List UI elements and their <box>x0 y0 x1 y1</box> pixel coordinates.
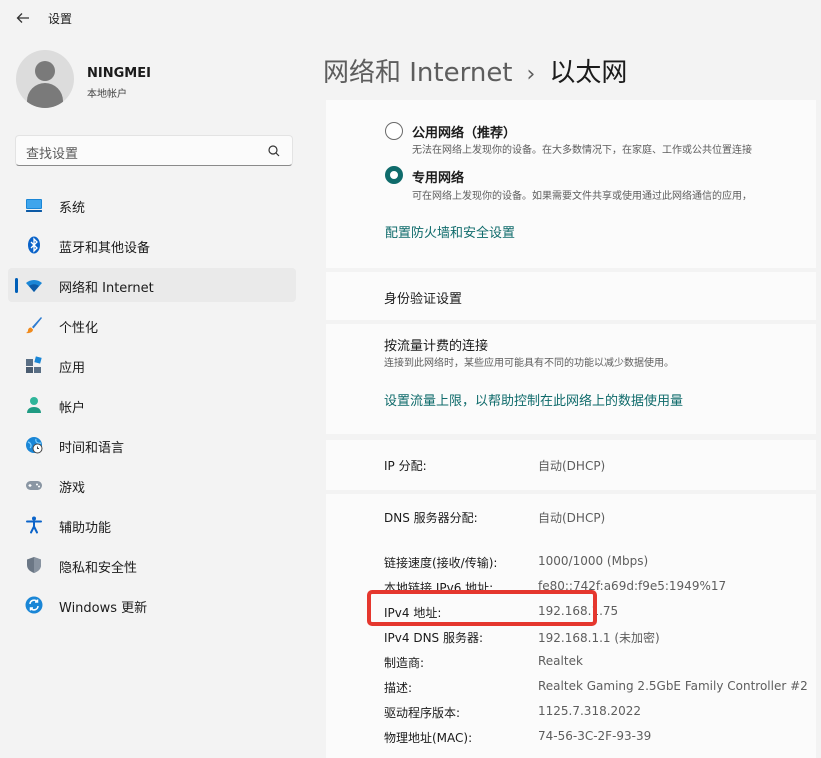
sidebar-item-accessibility[interactable]: 辅助功能 <box>8 508 296 542</box>
driver-version-label: 驱动程序版本: <box>384 706 461 720</box>
shield-icon <box>27 557 41 573</box>
sidebar-item-label: 系统 <box>59 201 86 216</box>
bluetooth-icon <box>28 236 40 254</box>
ip-assignment-card: IP 分配: 自动(DHCP) <box>326 440 816 490</box>
network-profile-card: 公用网络（推荐） 无法在网络上发现你的设备。在大多数情况下，在家庭、工作或公共位… <box>326 100 816 268</box>
properties-card: 链接速度(接收/传输): 1000/1000 (Mbps) 本地链接 IPv6 … <box>326 544 816 758</box>
sidebar-item-system[interactable]: 系统 <box>8 188 296 222</box>
system-icon <box>26 199 42 212</box>
globe-clock-icon <box>26 437 43 454</box>
dns-assignment-label: DNS 服务器分配: <box>384 511 478 525</box>
link-speed-value: 1000/1000 (Mbps) <box>538 554 649 568</box>
private-network-desc: 可在网络上发现你的设备。如果需要文件共享或使用通过此网络通信的应用， <box>412 191 752 202</box>
auth-settings-card[interactable]: 身份验证设置 <box>326 272 816 320</box>
mac-address-label: 物理地址(MAC): <box>384 731 473 745</box>
sidebar-nav: 系统 蓝牙和其他设备 网络和 Internet 个性化 应用 帐户 时间和语言 … <box>8 188 296 628</box>
driver-version-value: 1125.7.318.2022 <box>538 704 642 718</box>
sidebar-item-gaming[interactable]: 游戏 <box>8 468 296 502</box>
account-icon <box>27 397 41 413</box>
sidebar-item-personalization[interactable]: 个性化 <box>8 308 296 342</box>
brush-icon <box>26 317 42 334</box>
accessibility-icon <box>26 516 42 534</box>
sidebar-item-label: 辅助功能 <box>59 521 112 536</box>
sidebar-item-label: 隐私和安全性 <box>59 561 138 576</box>
sidebar-item-time-language[interactable]: 时间和语言 <box>8 428 296 462</box>
page-title: 以太网 <box>549 58 628 88</box>
wifi-icon <box>26 279 42 292</box>
public-network-desc: 无法在网络上发现你的设备。在大多数情况下，在家庭、工作或公共位置连接 <box>412 145 752 156</box>
back-button[interactable] <box>12 8 34 28</box>
manufacturer-label: 制造商: <box>384 656 425 670</box>
apps-icon <box>26 356 42 373</box>
dns-assignment-value: 自动(DHCP) <box>538 511 606 525</box>
ipv4-dns-label: IPv4 DNS 服务器: <box>384 631 484 645</box>
chevron-right-icon: › <box>526 62 536 87</box>
private-network-title: 专用网络 <box>412 171 465 186</box>
sidebar-item-label: 帐户 <box>59 401 86 416</box>
search-placeholder: 查找设置 <box>26 147 79 162</box>
ip-assignment-label: IP 分配: <box>384 459 427 473</box>
sidebar-item-label: Windows 更新 <box>59 601 148 616</box>
sidebar-item-network[interactable]: 网络和 Internet <box>8 268 296 302</box>
mac-address-value: 74-56-3C-2F-93-39 <box>538 729 652 743</box>
ipv4-dns-value: 192.168.1.1 (未加密) <box>538 631 660 645</box>
app-title: 设置 <box>48 12 73 26</box>
user-name: NINGMEI <box>87 66 151 81</box>
sidebar-item-label: 蓝牙和其他设备 <box>59 241 151 256</box>
avatar-body-shape <box>27 83 63 108</box>
windows-update-icon <box>25 596 43 614</box>
sidebar-item-apps[interactable]: 应用 <box>8 348 296 382</box>
public-network-title: 公用网络（推荐） <box>412 126 517 141</box>
data-limit-link[interactable]: 设置流量上限，以帮助控制在此网络上的数据使用量 <box>384 390 683 409</box>
metered-connection-desc: 连接到此网络时，某些应用可能具有不同的功能以减少数据使用。 <box>384 358 674 369</box>
sidebar-item-label: 时间和语言 <box>59 441 125 456</box>
account-type: 本地帐户 <box>87 89 127 100</box>
sidebar-item-bluetooth[interactable]: 蓝牙和其他设备 <box>8 228 296 262</box>
back-arrow-icon <box>16 13 29 23</box>
firewall-settings-link[interactable]: 配置防火墙和安全设置 <box>385 222 515 241</box>
breadcrumb-parent[interactable]: 网络和 Internet <box>323 58 513 88</box>
manufacturer-value: Realtek <box>538 654 583 668</box>
avatar-head-shape <box>35 61 55 81</box>
sidebar-item-privacy[interactable]: 隐私和安全性 <box>8 548 296 582</box>
link-speed-label: 链接速度(接收/传输): <box>384 556 498 570</box>
private-network-radio[interactable] <box>385 166 403 184</box>
sidebar-item-label: 游戏 <box>59 481 86 496</box>
ipv4-highlight-box <box>367 590 597 626</box>
dns-assignment-card: DNS 服务器分配: 自动(DHCP) <box>326 494 816 544</box>
ip-assignment-value: 自动(DHCP) <box>538 459 606 473</box>
sidebar-item-windows-update[interactable]: Windows 更新 <box>8 588 296 622</box>
description-value: Realtek Gaming 2.5GbE Family Controller … <box>538 679 808 693</box>
auth-settings-label: 身份验证设置 <box>384 292 463 307</box>
gamepad-icon <box>26 481 42 490</box>
search-icon[interactable] <box>266 143 282 159</box>
breadcrumb: 网络和 Internet › 以太网 <box>323 52 627 89</box>
avatar[interactable] <box>16 50 74 108</box>
sidebar-item-accounts[interactable]: 帐户 <box>8 388 296 422</box>
metered-connection-label: 按流量计费的连接 <box>384 339 489 354</box>
metered-connection-card: 按流量计费的连接 连接到此网络时，某些应用可能具有不同的功能以减少数据使用。 设… <box>326 324 816 434</box>
title-bar: 设置 <box>0 0 821 36</box>
public-network-radio[interactable] <box>385 122 403 140</box>
search-input[interactable]: 查找设置 <box>15 135 293 166</box>
sidebar-item-label: 个性化 <box>59 321 99 336</box>
description-label: 描述: <box>384 681 413 695</box>
sidebar-item-label: 应用 <box>59 361 86 376</box>
settings-content: 公用网络（推荐） 无法在网络上发现你的设备。在大多数情况下，在家庭、工作或公共位… <box>326 100 821 758</box>
sidebar-item-label: 网络和 Internet <box>59 281 154 296</box>
